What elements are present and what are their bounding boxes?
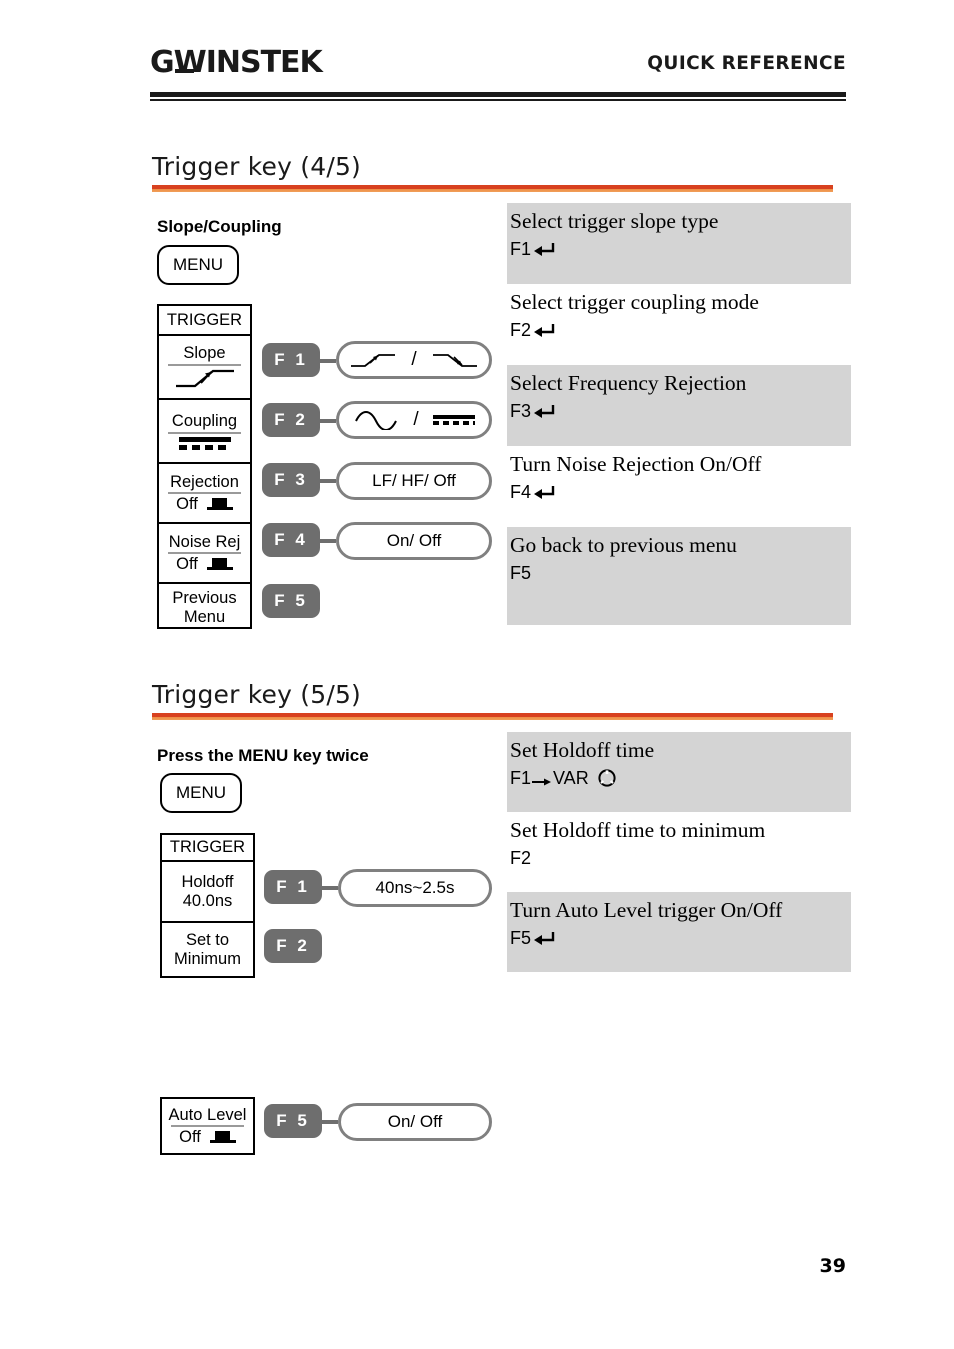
noise-rej-value: Off (176, 555, 198, 573)
fkey-connector (320, 359, 336, 363)
option-box-rejection[interactable]: LF/ HF/ Off (336, 462, 492, 500)
rising-slope-icon (351, 354, 396, 367)
cell-divider (168, 552, 241, 554)
return-arrow-icon (533, 930, 555, 947)
fkey-f5-button-1[interactable]: F 5 (262, 584, 320, 618)
rising-slope-icon (175, 369, 234, 387)
description-key: F1 VAR (510, 768, 851, 789)
fkey-f2-button-2[interactable]: F 2 (264, 929, 322, 963)
rejection-value: Off (176, 495, 198, 513)
return-arrow-icon (533, 403, 555, 420)
page-header: GWINSTEK QUICK REFERENCE (150, 45, 846, 101)
fkey-f4-button-1[interactable]: F 4 (262, 523, 320, 557)
description-key: F5 (510, 562, 532, 583)
fkey-f2-button-1[interactable]: F 2 (262, 403, 320, 437)
cell-divider (168, 431, 241, 434)
panel-header-trigger: TRIGGER (162, 835, 253, 862)
return-arrow-icon (533, 322, 555, 339)
auto-level-panel: Auto Level Off (160, 1097, 255, 1155)
description-key: F2 (510, 320, 851, 341)
subtitle-press-menu-twice: Press the MENU key twice (157, 746, 369, 765)
description-key: F4 (510, 482, 851, 503)
gw-instek-logo: GWINSTEK (150, 45, 323, 80)
option-box-coupling[interactable]: / (336, 401, 492, 439)
section-rule-2 (152, 713, 833, 720)
panel-cell-set-to-minimum[interactable]: Set to Minimum (162, 923, 253, 976)
section-title-1: Trigger key (4/5) (152, 152, 362, 181)
return-arrow-icon (533, 484, 555, 501)
description-row: Turn Auto Level trigger On/Off F5 (507, 892, 851, 972)
option-box-holdoff-range[interactable]: 40ns~2.5s (338, 869, 492, 907)
fkey-f3-button-1[interactable]: F 3 (262, 463, 320, 497)
description-row: Turn Noise Rejection On/Off F4 (507, 446, 851, 527)
subtitle-slope-coupling: Slope/Coupling (157, 217, 282, 236)
toggle-off-icon (209, 1130, 236, 1144)
fkey-connector (320, 419, 336, 423)
cell-divider (171, 1125, 244, 1127)
description-row: Set Holdoff time F1 VAR (507, 732, 851, 812)
trigger-menu-panel-1: TRIGGER Slope Coupling Rejection Off Noi… (157, 304, 252, 629)
auto-level-value: Off (179, 1128, 201, 1146)
panel-cell-holdoff[interactable]: Holdoff 40.0ns (162, 862, 253, 923)
description-column-1: Select trigger slope type F1 Select trig… (507, 203, 851, 625)
fkey-connector (322, 886, 338, 890)
cell-divider (168, 492, 241, 494)
option-separator: / (413, 409, 419, 430)
menu-key-button-1[interactable]: MENU (157, 245, 239, 285)
option-box-auto-level[interactable]: On/ Off (338, 1103, 492, 1141)
return-arrow-icon (533, 241, 555, 258)
option-box-noise-rejection[interactable]: On/ Off (336, 522, 492, 560)
header-rule-thick (150, 92, 846, 97)
section-rule-1 (152, 185, 833, 192)
description-key: F3 (510, 401, 851, 422)
fkey-f1-button-1[interactable]: F 1 (262, 343, 320, 377)
fkey-connector (320, 479, 336, 483)
description-key: F2 (510, 847, 532, 868)
description-row: Set Holdoff time to minimum F2 (507, 812, 851, 892)
dc-coupling-icon (178, 436, 231, 450)
arrow-right-icon (532, 772, 552, 786)
option-separator: / (411, 349, 417, 370)
panel-cell-slope[interactable]: Slope (159, 336, 250, 400)
holdoff-value: 40.0ns (182, 891, 233, 910)
trigger-menu-panel-2: TRIGGER Holdoff 40.0ns Set to Minimum (160, 833, 255, 978)
description-row: Select Frequency Rejection F3 (507, 365, 851, 446)
description-key: F1 (510, 239, 851, 260)
menu-key-button-2[interactable]: MENU (160, 773, 242, 813)
toggle-off-icon (206, 497, 233, 511)
fkey-f5-button-2[interactable]: F 5 (264, 1104, 322, 1138)
description-row: Go back to previous menu F5 (507, 527, 851, 625)
description-key: F5 (510, 928, 851, 949)
fkey-connector (320, 539, 336, 543)
panel-cell-noise-rej[interactable]: Noise Rej Off (159, 524, 250, 584)
section-title-2: Trigger key (5/5) (152, 680, 362, 709)
var-label: VAR (553, 767, 589, 788)
logo-text: GWINSTEK (150, 45, 323, 80)
ac-coupling-sine-icon (355, 411, 398, 430)
header-rule-thin (150, 99, 846, 101)
option-box-slope[interactable]: / (336, 341, 492, 379)
panel-cell-rejection[interactable]: Rejection Off (159, 464, 250, 524)
toggle-off-icon (206, 557, 233, 571)
description-row: Select trigger slope type F1 (507, 203, 851, 284)
panel-header-trigger: TRIGGER (159, 306, 250, 336)
panel-cell-coupling[interactable]: Coupling (159, 400, 250, 464)
description-column-2: Set Holdoff time F1 VAR Set Holdoff time… (507, 732, 851, 972)
panel-cell-previous-menu[interactable]: Previous Menu (159, 584, 250, 631)
falling-slope-icon (432, 354, 477, 367)
logo-underscore-mark (175, 69, 194, 73)
page-number: 39 (819, 1255, 846, 1277)
fkey-f1-button-2[interactable]: F 1 (264, 870, 322, 904)
fkey-connector (322, 1120, 338, 1124)
description-row: Select trigger coupling mode F2 (507, 284, 851, 365)
header-title: QUICK REFERENCE (647, 53, 846, 74)
dc-coupling-icon (432, 415, 475, 425)
knob-dial-icon (597, 768, 617, 788)
panel-cell-auto-level[interactable]: Auto Level Off (162, 1099, 253, 1153)
